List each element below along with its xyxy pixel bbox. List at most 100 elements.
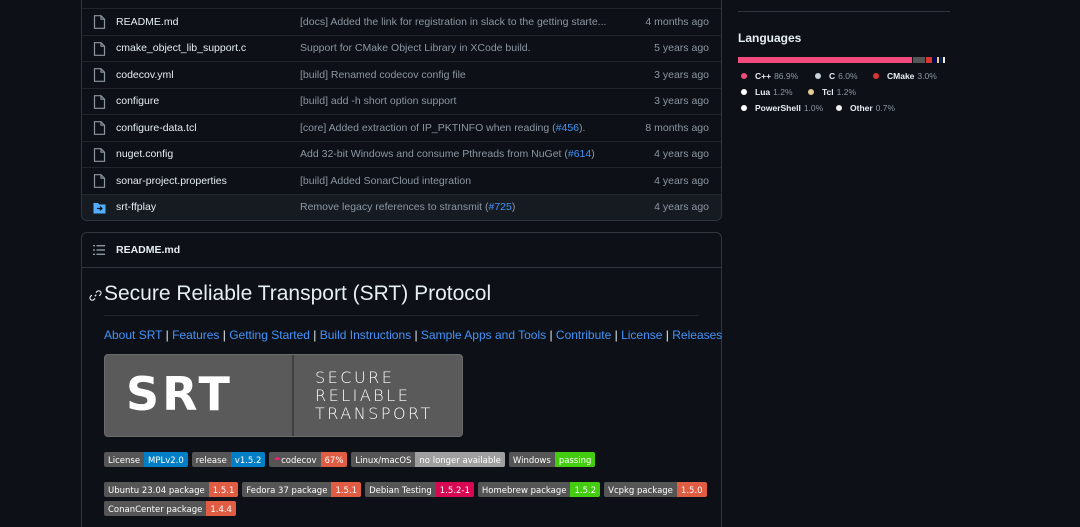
language-item-lua[interactable]: Lua 1.2% <box>741 87 793 97</box>
commit-message-suffix: ). <box>579 121 586 134</box>
badge-homebrew-package[interactable]: Homebrew package 1.5.2 <box>477 482 601 497</box>
commit-message-link[interactable]: Add 32-bit Windows and consume Pthreads … <box>300 148 595 160</box>
pull-request-link[interactable]: #614 <box>568 148 591 160</box>
badge-label: Homebrew package <box>477 482 571 497</box>
commit-message-text[interactable]: [core] Added extraction of IP_PKTINFO wh… <box>300 122 556 134</box>
srt-logo-text-reliable: RELIABLE <box>315 386 411 405</box>
commit-message-text[interactable]: [build] add -h short option support <box>300 95 456 107</box>
language-percent: 6.0% <box>838 71 858 81</box>
language-percent: 0.7% <box>875 103 896 113</box>
list-icon[interactable] <box>93 245 105 255</box>
badge-value: passing <box>554 452 596 467</box>
nav-separator: | <box>546 328 556 342</box>
file-row[interactable]: cmake_object_lib_support.c Support for CM… <box>82 34 721 62</box>
readme-nav-link-about-srt[interactable]: About SRT <box>104 328 162 342</box>
commit-age[interactable]: 3 years ago <box>654 95 709 107</box>
language-item-powershell[interactable]: PowerShell 1.0% <box>741 103 823 113</box>
badge-value: v1.5.2 <box>230 452 266 467</box>
commit-age[interactable]: 4 years ago <box>654 175 709 187</box>
file-name-link[interactable]: sonar-project.properties <box>116 175 227 187</box>
badge-windows[interactable]: Windows passing <box>508 452 596 467</box>
commit-message-link[interactable]: [build] Added SonarCloud integration <box>300 175 471 187</box>
language-percent: 3.0% <box>917 71 937 81</box>
language-item-cmake[interactable]: CMake 3.0% <box>873 71 937 81</box>
commit-message-text[interactable]: Remove legacy references to stransmit ( <box>300 201 489 213</box>
readme-nav-link-features[interactable]: Features <box>172 328 219 342</box>
commit-message-text[interactable]: Add 32-bit Windows and consume Pthreads … <box>300 148 568 160</box>
language-item-c[interactable]: C 6.0% <box>815 71 858 81</box>
badge-ubuntu-23-04-package[interactable]: Ubuntu 23.04 package 1.5.1 <box>104 482 239 497</box>
badge-release[interactable]: release v1.5.2 <box>191 452 266 467</box>
language-percent: 1.2% <box>773 87 793 97</box>
commit-message-link[interactable]: Support for CMake Object Library in XCod… <box>300 42 531 54</box>
file-row[interactable]: sonar-project.properties [build] Added So… <box>82 167 721 194</box>
badge-conancenter-package[interactable]: ConanCenter package 1.4.4 <box>104 501 236 516</box>
file-name-link[interactable]: codecov.yml <box>116 69 174 81</box>
commit-age[interactable]: 8 months ago <box>645 122 709 134</box>
language-item-other[interactable]: Other 0.7% <box>836 103 895 113</box>
file-row[interactable]: configure [build] add -h short option sup… <box>82 87 721 115</box>
badge-label: Vcpkg package <box>604 482 677 497</box>
commit-message-link[interactable]: [build] Renamed codecov config file <box>300 69 466 81</box>
commit-message-link[interactable]: [build] add -h short option support <box>300 95 456 107</box>
readme-nav-link-getting-started[interactable]: Getting Started <box>229 328 310 342</box>
commit-message-link[interactable]: [docs] Added the link for registration i… <box>300 16 606 28</box>
file-name-link[interactable]: configure-data.tcl <box>116 122 197 134</box>
badge-label: Windows <box>508 452 555 467</box>
file-row[interactable]: configure-data.tcl [core] Added extractio… <box>82 114 721 141</box>
language-percent: 1.0% <box>803 103 824 113</box>
readme-nav-link-contribute[interactable]: Contribute <box>556 328 611 342</box>
commit-message-text[interactable]: [build] Added SonarCloud integration <box>300 175 471 187</box>
file-name-link[interactable]: srt-ffplay <box>116 201 156 213</box>
file-name-link[interactable]: README.md <box>116 16 178 28</box>
file-row[interactable]: nuget.config Add 32-bit Windows and consu… <box>82 140 721 168</box>
commit-age[interactable]: 4 months ago <box>645 16 709 28</box>
badge-fedora-37-package[interactable]: Fedora 37 package 1.5.1 <box>242 482 362 497</box>
codecov-icon: ☂ <box>273 455 282 466</box>
commit-message-text[interactable]: [docs] Added the link for registration i… <box>300 16 606 28</box>
language-color-dot <box>873 73 879 79</box>
languages-title: Languages <box>738 31 802 45</box>
badge-vcpkg-package[interactable]: Vcpkg package 1.5.0 <box>604 482 707 497</box>
file-row[interactable]: srt-ffplay Remove legacy references to st… <box>82 193 721 220</box>
language-name: PowerShell <box>755 103 801 113</box>
file-name-link[interactable]: configure <box>116 95 159 107</box>
lang-bar-segment-cmake <box>926 57 933 63</box>
commit-age[interactable]: 3 years ago <box>654 69 709 81</box>
commit-age[interactable]: 5 years ago <box>654 42 709 54</box>
sidebar-divider <box>738 11 950 12</box>
file-row[interactable]: README.md [docs] Added the link for regis… <box>82 8 721 35</box>
readme-filename[interactable]: README.md <box>116 244 180 256</box>
file-name-link[interactable]: nuget.config <box>116 148 173 160</box>
badge-license[interactable]: License MPLv2.0 <box>104 452 188 467</box>
pull-request-link[interactable]: #456 <box>556 122 579 134</box>
nav-separator: | <box>611 328 622 342</box>
anchor-link-icon[interactable] <box>89 289 102 302</box>
commit-message-link[interactable]: Remove legacy references to stransmit (#… <box>300 201 515 213</box>
file-name-link[interactable]: cmake_object_lib_support.c <box>116 42 246 54</box>
commit-message-text[interactable]: Support for CMake Object Library in XCod… <box>300 42 531 54</box>
badge-debian-testing[interactable]: Debian Testing 1.5.2-1 <box>365 482 474 497</box>
commit-age[interactable]: 4 years ago <box>654 148 709 160</box>
readme-nav-link-license[interactable]: License <box>621 328 662 342</box>
readme-nav-link-releases[interactable]: Releases <box>672 328 722 342</box>
language-item-tcl[interactable]: Tcl 1.2% <box>808 87 856 97</box>
readme-nav-link-build-instructions[interactable]: Build Instructions <box>320 328 411 342</box>
badge-linux-macos[interactable]: Linux/macOS no longer available <box>351 452 505 467</box>
badge-codecov[interactable]: ☂ codecov 67% <box>269 452 348 467</box>
file-icon <box>93 147 106 162</box>
language-item-c++[interactable]: C++ 86.9% <box>741 71 798 81</box>
file-icon <box>93 94 106 109</box>
commit-message-link[interactable]: [core] Added extraction of IP_PKTINFO wh… <box>300 122 585 134</box>
lang-bar-segment-c++ <box>738 57 913 63</box>
pull-request-link[interactable]: #725 <box>489 201 512 213</box>
badge-value: 1.5.0 <box>676 482 707 497</box>
commit-message-text[interactable]: [build] Renamed codecov config file <box>300 69 466 81</box>
nav-separator: | <box>162 328 173 342</box>
readme-panel: README.md Secure Reliable Transport (SRT… <box>81 232 722 527</box>
file-icon <box>93 15 106 29</box>
file-row[interactable]: codecov.yml [build] Renamed codecov confi… <box>82 61 721 88</box>
readme-nav-link-sample-apps-and-tools[interactable]: Sample Apps and Tools <box>421 328 546 342</box>
commit-age[interactable]: 4 years ago <box>654 201 709 213</box>
badge-value: 1.5.1 <box>208 482 239 497</box>
